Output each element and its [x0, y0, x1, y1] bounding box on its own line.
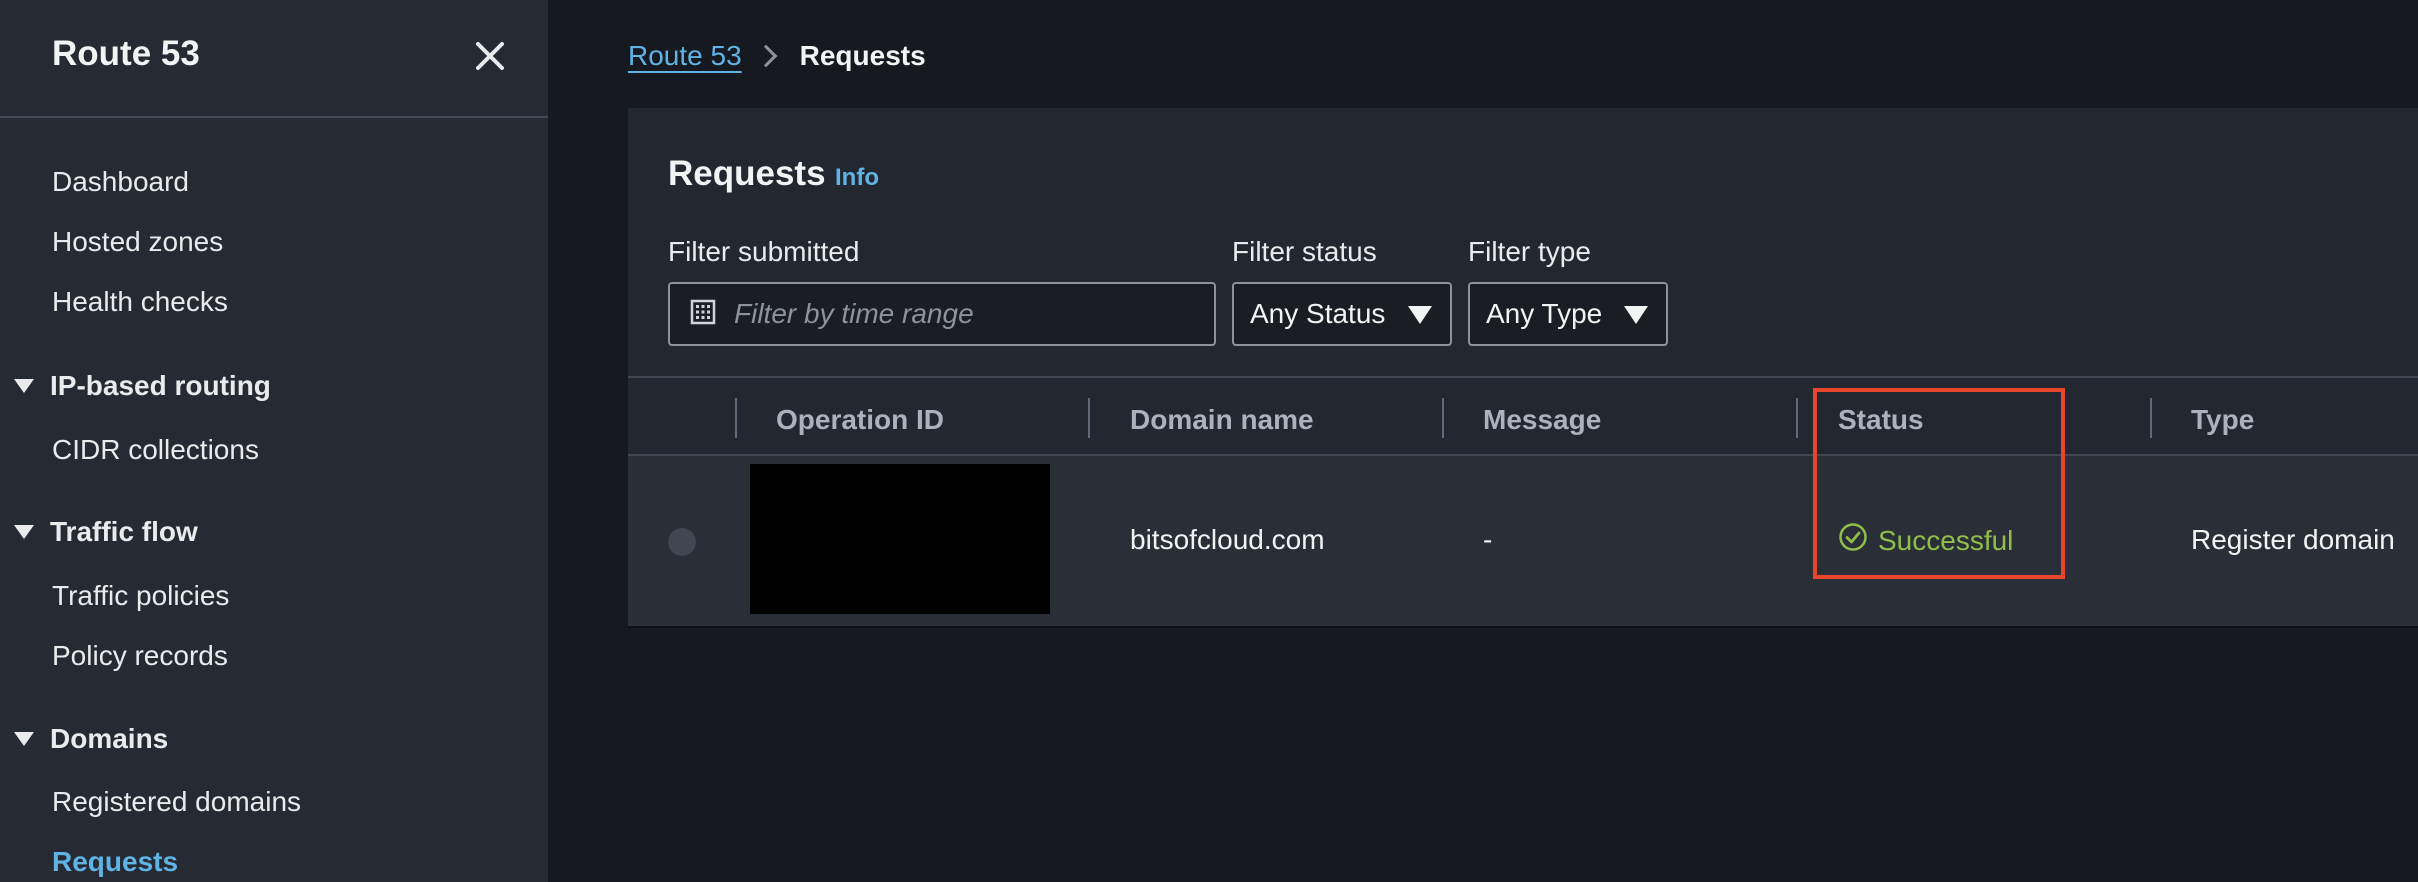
sidebar-item-dashboard[interactable]: Dashboard	[52, 166, 189, 198]
filter-submitted-label: Filter submitted	[668, 236, 860, 267]
sidebar-item-health-checks[interactable]: Health checks	[52, 286, 228, 318]
filter-status-select[interactable]: Any Status	[1232, 282, 1452, 346]
breadcrumb-route53-link[interactable]: Route 53	[628, 40, 742, 72]
table-row[interactable]: bitsofcloud.com - Successful Register do…	[628, 456, 2418, 626]
sidebar-section-label: Domains	[50, 723, 169, 754]
filter-type-label: Filter type	[1468, 236, 1591, 267]
caret-down-icon	[1408, 306, 1432, 324]
sidebar-item-hosted-zones[interactable]: Hosted zones	[52, 226, 223, 258]
breadcrumb: Route 53 Requests	[628, 40, 926, 72]
sidebar-item-requests[interactable]: Requests	[52, 846, 178, 878]
row-select-radio[interactable]	[668, 528, 696, 556]
filter-submitted-input[interactable]: Filter by time range	[668, 282, 1216, 346]
caret-down-icon	[14, 379, 34, 393]
column-divider	[735, 398, 737, 438]
requests-panel: Requests Info Filter submitted Filter st…	[628, 108, 2418, 628]
filter-status-value: Any Status	[1250, 298, 1386, 329]
filter-type-value: Any Type	[1486, 298, 1603, 329]
status-highlight-box	[1813, 388, 2065, 579]
cell-type: Register domain	[2191, 524, 2395, 555]
close-icon[interactable]	[470, 36, 510, 76]
breadcrumb-current: Requests	[799, 40, 926, 71]
cell-message: -	[1483, 524, 1493, 555]
calendar-icon	[690, 299, 716, 330]
column-header-message[interactable]: Message	[1483, 404, 1601, 436]
column-header-type[interactable]: Type	[2191, 404, 2254, 436]
column-divider	[1088, 398, 1090, 438]
filter-type-select[interactable]: Any Type	[1468, 282, 1668, 346]
sidebar-section-label: IP-based routing	[50, 370, 271, 401]
filter-submitted-placeholder: Filter by time range	[734, 298, 974, 329]
caret-down-icon	[14, 525, 34, 539]
column-header-operation-id[interactable]: Operation ID	[776, 404, 944, 436]
sidebar-item-registered-domains[interactable]: Registered domains	[52, 786, 301, 818]
chevron-right-icon	[754, 44, 777, 68]
cell-domain-name: bitsofcloud.com	[1130, 524, 1325, 555]
page-title: Requests	[668, 154, 826, 193]
column-divider	[1796, 398, 1798, 438]
sidebar-item-policy-records[interactable]: Policy records	[52, 640, 228, 672]
caret-down-icon	[14, 732, 34, 746]
sidebar-section-label: Traffic flow	[50, 516, 198, 547]
sidebar-section-traffic-flow[interactable]: Traffic flow	[14, 516, 198, 548]
sidebar-item-traffic-policies[interactable]: Traffic policies	[52, 580, 229, 612]
sidebar-title: Route 53	[52, 34, 200, 73]
column-divider	[1442, 398, 1444, 438]
sidebar-item-cidr-collections[interactable]: CIDR collections	[52, 434, 259, 466]
sidebar: Route 53 Dashboard Hosted zones Health c…	[0, 0, 548, 882]
sidebar-section-ip-based-routing[interactable]: IP-based routing	[14, 370, 271, 402]
sidebar-section-domains[interactable]: Domains	[14, 723, 168, 755]
column-header-domain-name[interactable]: Domain name	[1130, 404, 1314, 436]
table-header: Operation ID Domain name Message Status …	[628, 376, 2418, 456]
redacted-operation-id	[750, 464, 1050, 614]
filter-status-label: Filter status	[1232, 236, 1377, 267]
sidebar-header: Route 53	[0, 0, 548, 118]
caret-down-icon	[1624, 306, 1648, 324]
column-divider	[2150, 398, 2152, 438]
info-link[interactable]: Info	[835, 164, 879, 192]
